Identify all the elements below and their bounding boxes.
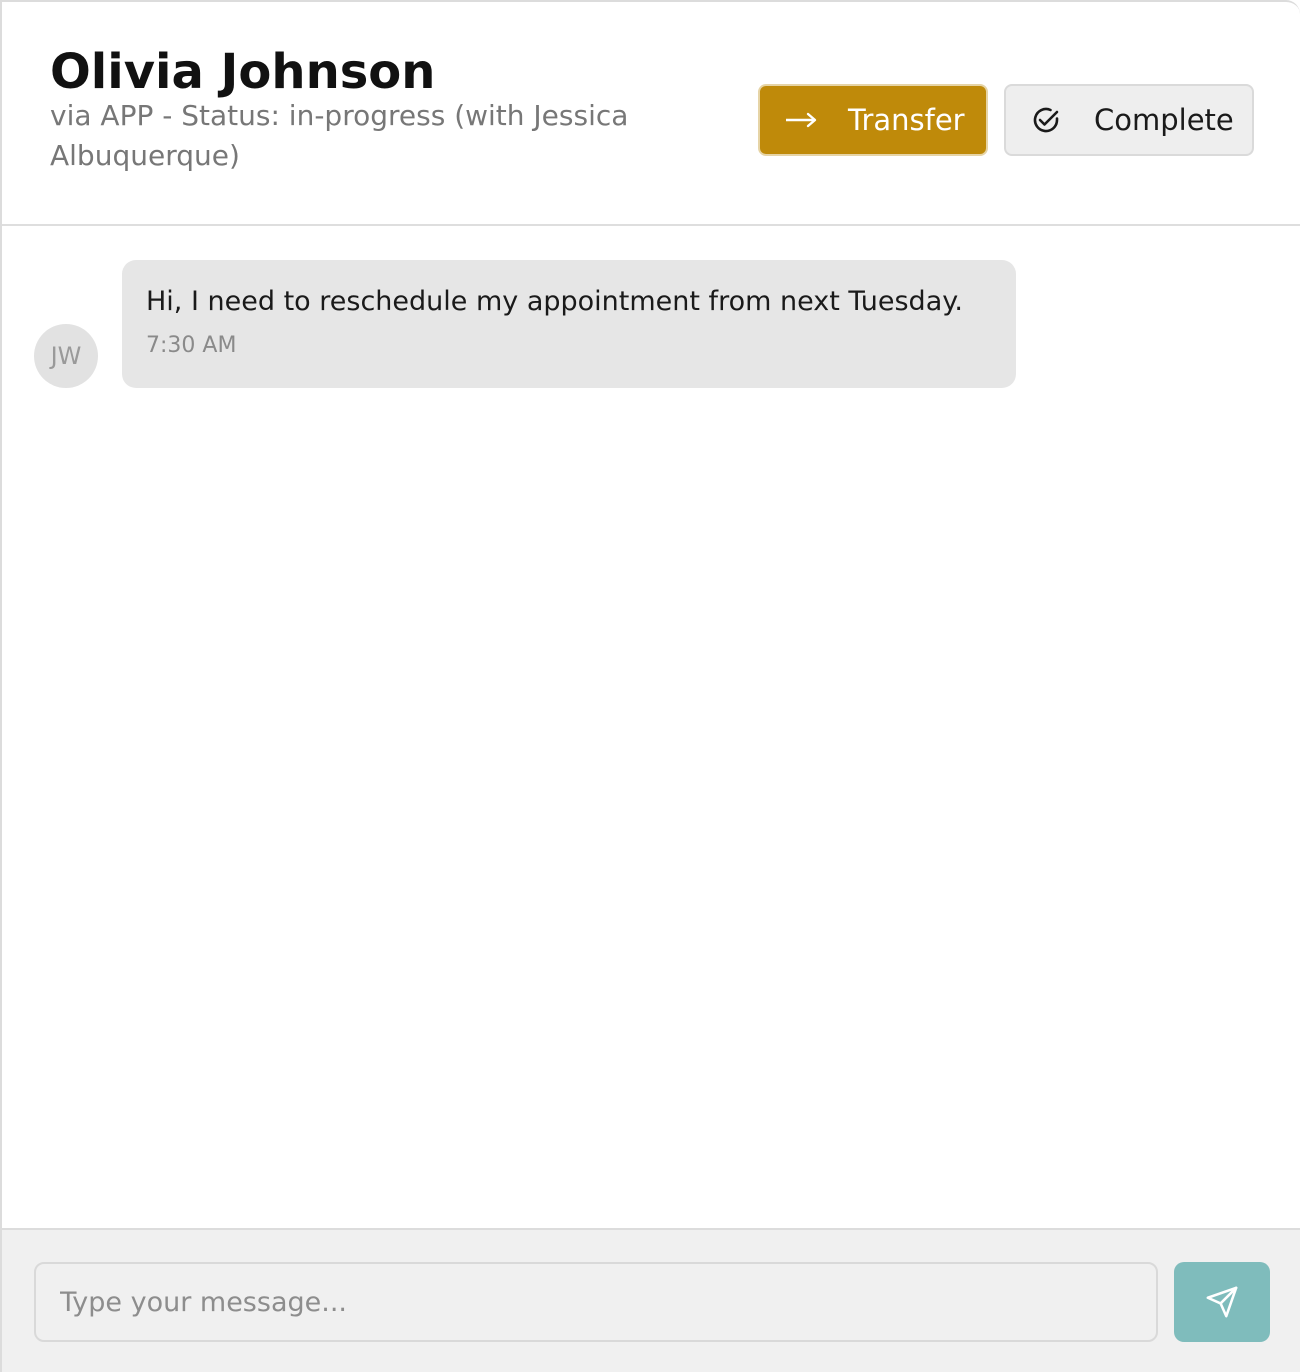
transfer-button-label: Transfer: [848, 103, 965, 137]
complete-button[interactable]: Complete: [1004, 84, 1254, 156]
check-circle-icon: [1030, 104, 1066, 136]
message-list: JW Hi, I need to reschedule my appointme…: [2, 228, 1300, 1228]
message-composer: [2, 1228, 1300, 1372]
conversation-status: via APP - Status: in-progress (with Jess…: [50, 99, 629, 172]
send-icon: [1205, 1285, 1239, 1319]
message-bubble: Hi, I need to reschedule my appointment …: [122, 260, 1016, 388]
send-button[interactable]: [1174, 1262, 1270, 1342]
message-timestamp: 7:30 AM: [146, 333, 237, 358]
conversation-panel: Olivia Johnson via APP - Status: in-prog…: [0, 0, 1300, 1372]
transfer-button[interactable]: Transfer: [758, 84, 988, 156]
contact-name: Olivia Johnson: [50, 44, 436, 100]
conversation-header: Olivia Johnson via APP - Status: in-prog…: [2, 2, 1300, 226]
message-text: Hi, I need to reschedule my appointment …: [146, 286, 963, 317]
avatar: JW: [34, 324, 98, 388]
arrow-right-icon: [784, 110, 820, 130]
message-input[interactable]: [34, 1262, 1158, 1342]
complete-button-label: Complete: [1094, 103, 1234, 137]
